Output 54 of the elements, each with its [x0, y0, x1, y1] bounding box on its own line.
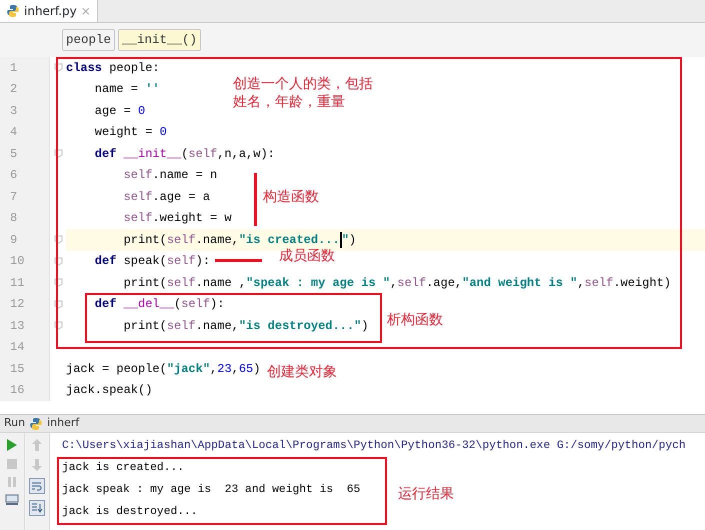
- code-line: def __del__(self):: [94, 296, 224, 314]
- run-icon[interactable]: [6, 438, 18, 452]
- line-number: 12: [0, 294, 50, 315]
- soft-wrap-icon[interactable]: [29, 478, 45, 494]
- console-command: C:\Users\xiajiashan\AppData\Local\Programs\Python\Python36-32\python.exe G:/somy/python/pych: [62, 438, 686, 454]
- run-panel-title: Run: [4, 415, 26, 432]
- console-output: jack is created...: [62, 460, 184, 476]
- line-number: 15: [0, 358, 50, 380]
- code-line: self.name = n: [124, 167, 218, 184]
- annotation-line: [215, 259, 262, 262]
- python-config-icon: [29, 416, 44, 430]
- annotation-note: 创造一个人的类，包括姓名，年龄，重量: [233, 75, 374, 111]
- run-config-name: inherf: [47, 415, 80, 432]
- code-line: self.age = a: [124, 188, 210, 206]
- annotation-note: 运行结果: [398, 485, 455, 503]
- code-line: jack = people("jack",23,65): [66, 360, 260, 378]
- annotation-note: 构造函数: [263, 188, 320, 206]
- line-number: 10: [0, 250, 50, 272]
- line-number: 13: [0, 315, 50, 336]
- python-file-icon: [6, 4, 20, 18]
- annotation-note: 成员函数: [279, 247, 336, 265]
- code-line: self.weight = w: [124, 210, 232, 228]
- scroll-to-end-icon[interactable]: [29, 500, 45, 516]
- code-line: class people:: [66, 60, 160, 77]
- line-number: 6: [0, 164, 50, 186]
- code-line: print(self.name,"is created... "): [124, 230, 356, 248]
- console-output: jack is destroyed...: [62, 504, 198, 520]
- breadcrumb[interactable]: people: [62, 28, 116, 52]
- line-number: 14: [0, 336, 50, 358]
- code-line: def __init__(self,n,a,w):: [94, 146, 275, 163]
- code-line: age = 0: [94, 102, 146, 120]
- code-line: print(self.name ,"speak : my age is ",self.age,"and weight is ",self.weight): [124, 274, 671, 292]
- line-number: 7: [0, 186, 50, 208]
- annotation-note: 创建类对象: [267, 363, 338, 381]
- line-number: 4: [0, 122, 50, 143]
- line-number: 11: [0, 272, 50, 294]
- line-number: 16: [0, 380, 50, 401]
- line-number: 5: [0, 143, 50, 164]
- line-number: 8: [0, 208, 50, 229]
- code-line: def speak(self):: [94, 253, 210, 270]
- line-number: 9: [0, 229, 50, 250]
- breadcrumb[interactable]: __init__(): [118, 28, 202, 52]
- code-line: name = '': [94, 81, 160, 98]
- code-line: jack.speak(): [66, 382, 152, 400]
- file-tab[interactable]: inherf.py ×: [0, 0, 98, 22]
- code-line: weight = 0: [94, 124, 167, 142]
- code-line: print(self.name,"is destroyed..."): [124, 318, 368, 335]
- layout-icon[interactable]: [5, 494, 19, 506]
- console-output: jack speak : my age is 23 and weight is 65: [62, 482, 360, 498]
- annotation-line: [254, 173, 257, 226]
- line-number: 2: [0, 78, 50, 100]
- line-number: 3: [0, 100, 50, 122]
- line-number: 1: [0, 57, 50, 78]
- annotation-note: 析构函数: [387, 311, 444, 329]
